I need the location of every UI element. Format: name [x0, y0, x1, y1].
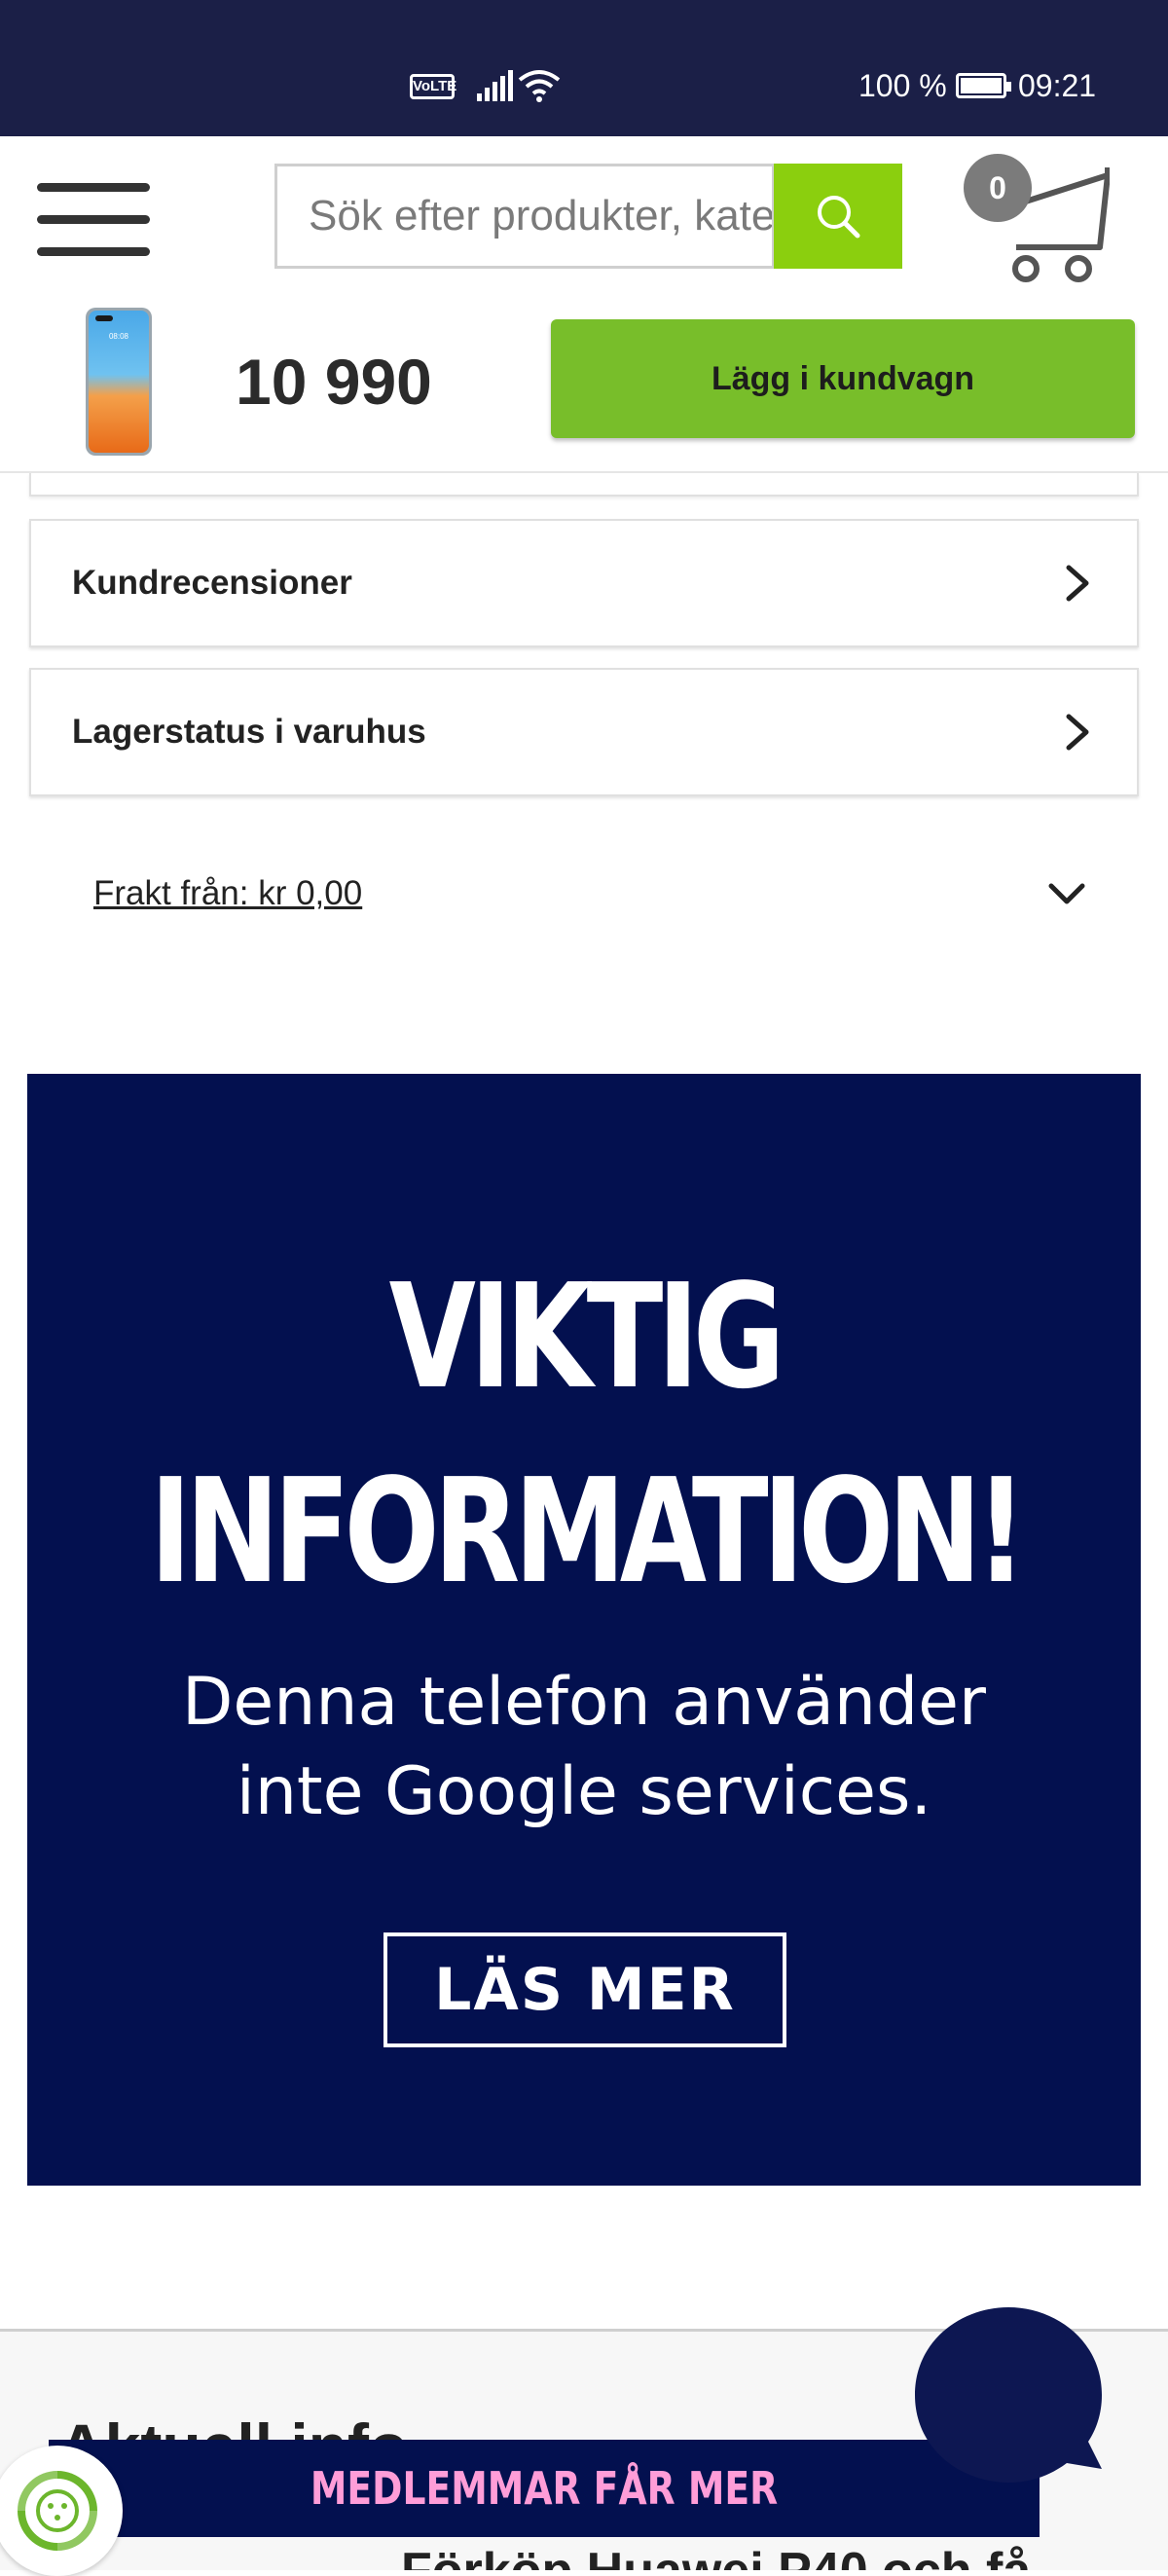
search-icon [818, 196, 860, 239]
search-button[interactable] [774, 164, 902, 269]
members-banner-text: MEDLEMMAR FÅR MER [310, 2462, 779, 2515]
menu-icon[interactable] [37, 183, 150, 257]
signal-icon [477, 70, 513, 101]
product-price: 10 990 [236, 346, 432, 418]
add-to-cart-button[interactable]: Lägg i kundvagn [551, 319, 1135, 438]
status-bar: VoLTE 100 % 09:21 [0, 0, 1168, 136]
chat-icon[interactable] [911, 2303, 1106, 2498]
loyalty-icon [18, 2471, 97, 2551]
battery-icon [956, 73, 1011, 98]
accordion-stock-status[interactable]: Lagerstatus i varuhus [29, 668, 1139, 796]
volte-icon: VoLTE [410, 74, 456, 99]
sticky-purchase-bar: 08:08 10 990 Lägg i kundvagn [0, 300, 1168, 473]
members-banner[interactable]: MEDLEMMAR FÅR MER [49, 2440, 1040, 2537]
accordion-label: Lagerstatus i varuhus [72, 713, 426, 751]
banner-title: VIKTIG INFORMATION! [149, 1253, 1027, 1615]
banner-text: Denna telefon använder inte Google servi… [182, 1664, 986, 1830]
cart-button[interactable]: 0 [964, 146, 1110, 292]
info-banner[interactable]: VIKTIG INFORMATION! Denna telefon använd… [27, 1074, 1141, 2186]
accordion-reviews[interactable]: Kundrecensioner [29, 519, 1139, 647]
cart-count-badge: 0 [964, 154, 1032, 222]
accordion-label: Kundrecensioner [72, 564, 352, 602]
product-thumbnail: 08:08 [86, 308, 152, 456]
search-box [274, 164, 775, 269]
chevron-right-icon [1066, 565, 1089, 602]
site-header: 0 [0, 136, 1168, 300]
svg-text:08:08: 08:08 [109, 332, 129, 341]
read-more-button[interactable]: LÄS MER [383, 1932, 786, 2047]
collapsed-card-edge [29, 473, 1139, 497]
shipping-link[interactable]: Frakt från: kr 0,00 [93, 874, 362, 913]
chevron-right-icon [1066, 714, 1089, 751]
status-time: 09:21 [1018, 68, 1097, 103]
search-input[interactable] [277, 166, 772, 266]
promo-teaser[interactable]: Förköp Huawei P40 och få [401, 2542, 1031, 2570]
chevron-down-icon[interactable] [1045, 880, 1088, 909]
wifi-icon [518, 70, 561, 102]
battery-percent: 100 % [858, 68, 947, 103]
